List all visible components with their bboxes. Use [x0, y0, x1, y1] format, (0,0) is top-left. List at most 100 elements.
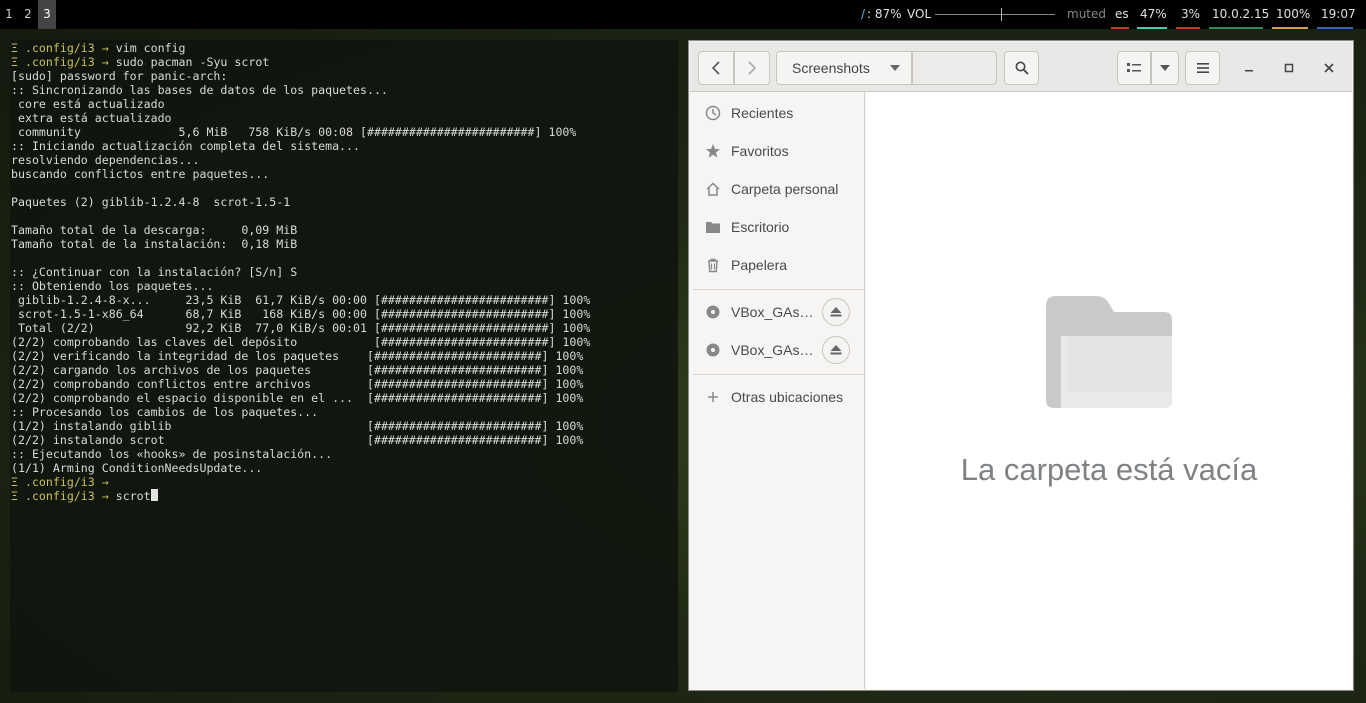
keyboard-layout: es: [1115, 7, 1129, 21]
plus-icon: [708, 392, 718, 402]
prompt-arrow: →: [101, 489, 109, 503]
sidebar-item-label: Escritorio: [731, 219, 790, 235]
maximize-icon: [1284, 63, 1294, 73]
sidebar-item-vbox-2[interactable]: VBox_GAs…: [693, 331, 864, 369]
prompt-command: sudo pacman -Syu scrot: [115, 55, 270, 69]
chevron-left-icon: [711, 61, 720, 75]
path-bar-empty[interactable]: [912, 51, 997, 85]
terminal-output-line: Tamaño total de la instalación: 0,18 MiB: [11, 237, 298, 251]
workspace-2-button[interactable]: 2: [19, 0, 37, 29]
list-view-button[interactable]: [1117, 51, 1151, 85]
terminal-output-line: (2/2) cargando los archivos de los paque…: [11, 363, 584, 377]
terminal-output-line: (2/2) instalando scrot [################…: [11, 433, 584, 447]
terminal-output-line: community 5,6 MiB 758 KiB/s 00:08 [#####…: [11, 125, 577, 139]
prompt-directory: .config/i3: [24, 475, 95, 489]
terminal-output-line: :: Obteniendo los paquetes...: [11, 279, 214, 293]
disc-icon: [706, 305, 720, 319]
view-options-button[interactable]: [1151, 51, 1179, 85]
eject-button[interactable]: [822, 336, 850, 364]
terminal-output-line: Paquetes (2) giblib-1.2.4-8 scrot-1.5-1: [11, 195, 291, 209]
clock: 19:07: [1321, 7, 1356, 21]
sidebar-item-label: VBox_GAs…: [731, 304, 814, 320]
prompt-symbol: Ξ: [11, 489, 18, 503]
prompt-symbol: Ξ: [11, 55, 18, 69]
terminal-output-line: giblib-1.2.4-8-x... 23,5 KiB 61,7 KiB/s …: [11, 293, 591, 307]
terminal-output-line: :: Iniciando actualización completa del …: [11, 139, 361, 153]
path-bar-button[interactable]: Screenshots: [776, 51, 912, 85]
terminal-window[interactable]: Ξ .config/i3 → vim config Ξ .config/i3 → …: [10, 40, 678, 692]
sidebar-item-vbox-1[interactable]: VBox_GAs…: [693, 293, 864, 331]
maximize-button[interactable]: [1272, 51, 1306, 85]
places-sidebar: Recientes Favoritos Carpeta personal Esc…: [693, 92, 865, 689]
terminal-output-line: [sudo] password for panic-arch:: [11, 69, 228, 83]
sidebar-item-home[interactable]: Carpeta personal: [693, 170, 864, 208]
prompt-command: scrot: [115, 489, 151, 503]
sidebar-item-label: VBox_GAs…: [731, 342, 814, 358]
file-view[interactable]: La carpeta está vacía: [866, 92, 1352, 689]
terminal-output-line: :: Procesando los cambios de los paquete…: [11, 405, 319, 419]
chevron-down-icon: [1160, 65, 1170, 71]
volume-label: VOL: [907, 7, 932, 21]
empty-folder-message: La carpeta está vacía: [960, 452, 1258, 487]
workspace-1-button[interactable]: 1: [0, 0, 18, 29]
terminal-output-line: :: Ejecutando los «hooks» de posinstalac…: [11, 447, 333, 461]
terminal-output-line: buscando conflictos entre paquetes...: [11, 167, 270, 181]
chevron-down-icon: [890, 65, 900, 71]
brightness-status: 47%: [1140, 7, 1167, 21]
sidebar-item-recent[interactable]: Recientes: [693, 94, 864, 132]
terminal-output-line: (2/2) comprobando conflictos entre archi…: [11, 377, 584, 391]
terminal-output-line: (1/2) instalando giblib [###############…: [11, 419, 584, 433]
empty-folder-icon: [1046, 296, 1172, 408]
prompt-command: vim config: [115, 41, 186, 55]
path-bar-label: Screenshots: [792, 60, 870, 76]
eject-icon: [830, 345, 842, 355]
workspace-3-button[interactable]: 3: [38, 0, 56, 29]
sidebar-item-label: Carpeta personal: [731, 181, 839, 197]
prompt-arrow: →: [101, 55, 109, 69]
ip-address: 10.0.2.15: [1212, 7, 1270, 21]
terminal-prompt-line: Ξ .config/i3 → vim config: [11, 41, 186, 55]
sidebar-item-label: Favoritos: [731, 143, 789, 159]
menu-button[interactable]: [1185, 51, 1220, 85]
search-button[interactable]: [1004, 51, 1039, 85]
terminal-output-line: Total (2/2) 92,2 KiB 77,0 KiB/s 00:01 [#…: [11, 321, 591, 335]
status-bar: 1 2 3 / : 87% VOL muted es 47% 3% 10.0.2…: [0, 0, 1366, 29]
header-bar: Screenshots: [690, 42, 1352, 92]
hamburger-menu-icon: [1196, 63, 1209, 73]
volume-knob[interactable]: [1001, 8, 1002, 21]
clock-underline: [1317, 27, 1353, 29]
prompt-directory: .config/i3: [24, 41, 95, 55]
prompt-directory: .config/i3: [24, 489, 95, 503]
file-manager-window: Screenshots Recientes Favoritos Carpeta …: [688, 40, 1354, 691]
sidebar-item-other-locations[interactable]: Otras ubicaciones: [693, 378, 864, 416]
prompt-arrow: →: [101, 475, 109, 489]
forward-button[interactable]: [734, 51, 770, 85]
prompt-symbol: Ξ: [11, 41, 18, 55]
terminal-output-line: extra está actualizado: [11, 111, 172, 125]
terminal-output-line: (2/2) verificando la integridad de los p…: [11, 349, 584, 363]
prompt-directory: .config/i3: [24, 55, 95, 69]
terminal-prompt-line: Ξ .config/i3 →: [11, 475, 116, 489]
sidebar-item-desktop[interactable]: Escritorio: [693, 208, 864, 246]
minimize-button[interactable]: [1232, 51, 1266, 85]
back-button[interactable]: [698, 51, 734, 85]
star-icon: [706, 144, 720, 158]
sidebar-separator: [693, 289, 864, 290]
terminal-output-line: (2/2) comprobando las claves del depósit…: [11, 335, 591, 349]
close-button[interactable]: [1312, 51, 1346, 85]
mute-status: muted: [1067, 7, 1106, 21]
eject-button[interactable]: [822, 298, 850, 326]
terminal-output-line: :: Sincronizando las bases de datos de l…: [11, 83, 388, 97]
sidebar-separator: [693, 374, 864, 375]
sidebar-item-starred[interactable]: Favoritos: [693, 132, 864, 170]
keyboard-underline: [1111, 27, 1129, 29]
text-cursor: [150, 489, 158, 501]
brightness-underline: [1137, 27, 1167, 29]
cpu-underline: [1176, 27, 1200, 29]
disk-usage: : 87%: [867, 7, 902, 21]
battery-underline: [1272, 27, 1308, 29]
trash-icon: [708, 258, 718, 273]
folder-icon: [706, 222, 720, 233]
sidebar-item-trash[interactable]: Papelera: [693, 246, 864, 284]
disk-icon: /: [861, 7, 866, 21]
